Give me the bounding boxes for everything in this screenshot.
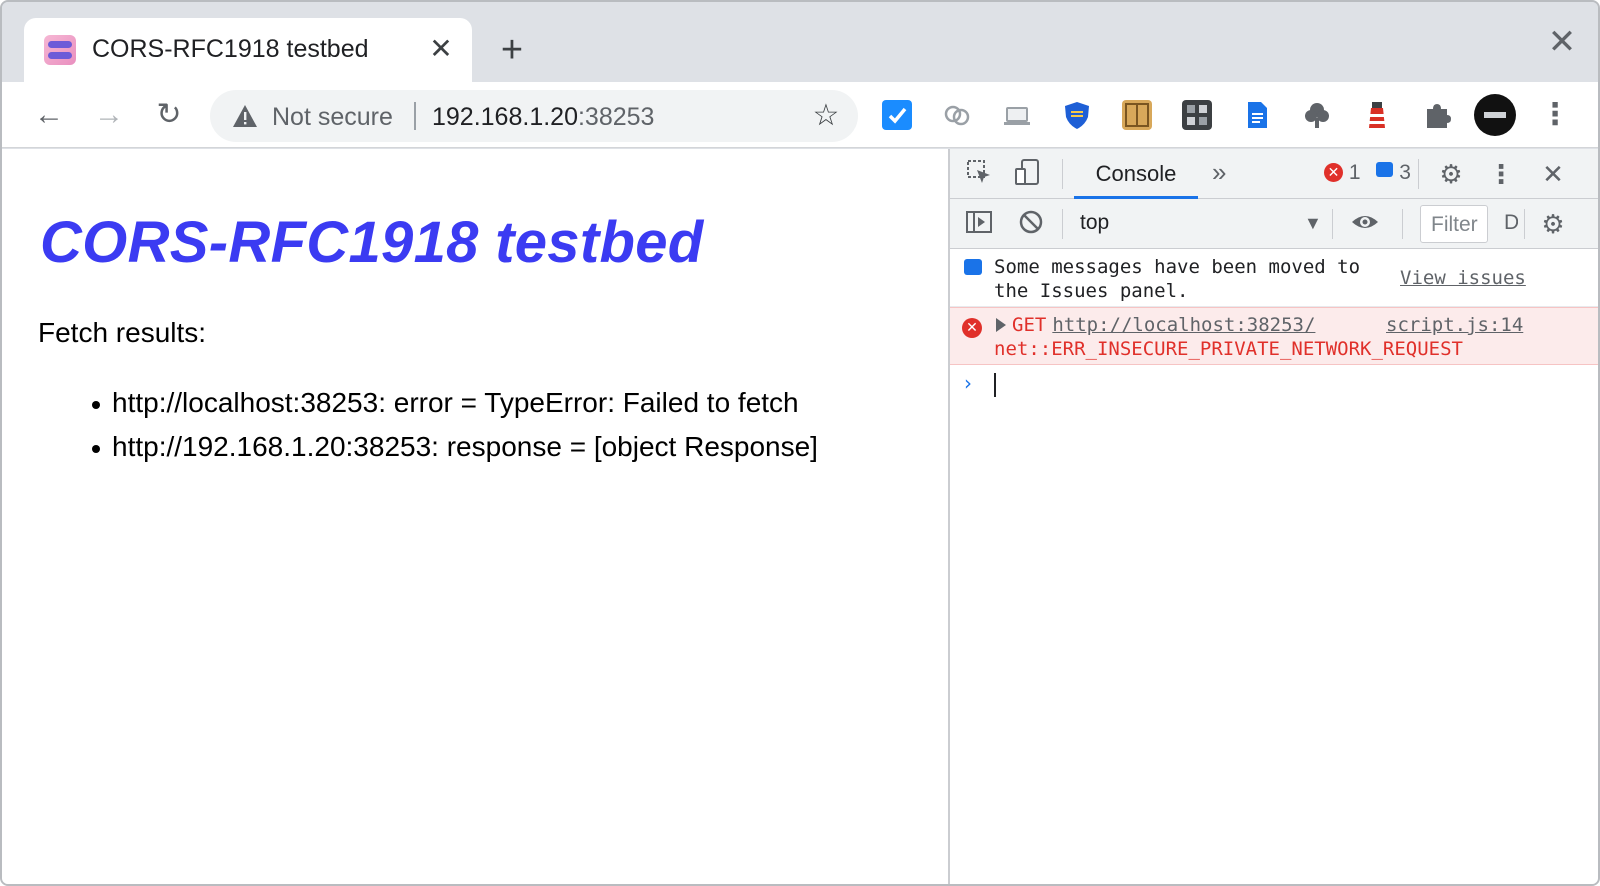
list-item: http://192.168.1.20:38253: response = [o… — [92, 431, 818, 475]
chevron-down-icon[interactable]: ▼ — [1304, 213, 1322, 234]
devtools-close-icon[interactable]: ✕ — [1536, 157, 1570, 191]
settings-gear-icon[interactable]: ⚙ — [1434, 157, 1468, 191]
log-levels-dropdown[interactable]: D — [1504, 211, 1518, 235]
error-source-link[interactable]: script.js:14 — [1386, 314, 1523, 336]
address-bar[interactable]: Not secure 192.168.1.20:38253 ☆ — [210, 90, 858, 142]
browser-window: CORS-RFC1918 testbed ✕ + ✕ ← → ↻ Not sec… — [0, 0, 1600, 886]
shield-icon[interactable] — [1062, 100, 1092, 130]
tab-strip: CORS-RFC1918 testbed ✕ + ✕ — [2, 2, 1598, 82]
todo-check-icon[interactable] — [882, 100, 912, 130]
error-circle-icon: ✕ — [962, 318, 982, 338]
fetch-results-list: http://localhost:38253: error = TypeErro… — [92, 387, 818, 475]
toolbar-divider — [1062, 209, 1063, 239]
sidebar-toggle-icon[interactable] — [962, 207, 996, 241]
document-icon[interactable] — [1242, 100, 1272, 130]
console-toolbar: top ▼ Filter D ⚙ — [950, 199, 1598, 249]
issues-counter[interactable]: ✕ 1 3 — [1324, 161, 1411, 185]
forward-button[interactable]: → — [88, 94, 130, 136]
back-button[interactable]: ← — [28, 94, 70, 136]
reload-button[interactable]: ↻ — [148, 94, 190, 136]
url-text[interactable]: 192.168.1.20:38253 — [432, 103, 654, 132]
warning-icon[interactable] — [232, 103, 258, 129]
issues-message-icon — [964, 259, 982, 275]
devtools-menu-icon[interactable]: ⋮ — [1484, 157, 1518, 191]
fetch-results-label: Fetch results: — [38, 317, 207, 348]
message-count: 3 — [1399, 161, 1411, 184]
circles-icon[interactable] — [942, 100, 972, 130]
page-title: CORS-RFC1918 testbed — [40, 210, 704, 275]
omnibox-divider — [414, 102, 416, 130]
new-tab-button[interactable]: + — [492, 30, 532, 70]
clear-console-icon[interactable] — [1014, 207, 1048, 241]
console-info-message: Some messages have been moved to the Iss… — [950, 249, 1598, 307]
error-detail-text: net::ERR_INSECURE_PRIVATE_NETWORK_REQUES… — [994, 338, 1463, 360]
toolbar-divider — [1418, 159, 1419, 189]
puzzle-icon[interactable] — [1422, 100, 1452, 130]
filter-placeholder: Filter — [1431, 213, 1478, 236]
browser-toolbar: ← → ↻ Not secure 192.168.1.20:38253 ☆ ⋮ — [2, 82, 1598, 148]
fish-favicon-icon — [44, 35, 76, 65]
folder-icon[interactable] — [1122, 100, 1152, 130]
toolbar-divider — [1402, 209, 1403, 239]
browser-menu-button[interactable]: ⋮ — [1540, 94, 1570, 136]
tab-title: CORS-RFC1918 testbed — [92, 35, 369, 63]
bookmark-star-icon[interactable]: ☆ — [808, 98, 844, 134]
view-issues-link[interactable]: View issues — [1400, 267, 1526, 289]
tree-icon[interactable] — [1302, 100, 1332, 130]
toolbar-divider — [1524, 209, 1525, 239]
console-error-message: ✕ GET http://localhost:38253/ script.js:1… — [950, 307, 1598, 365]
error-request-line: GET http://localhost:38253/ — [1012, 314, 1316, 336]
text-caret — [994, 373, 996, 397]
message-icon — [1376, 162, 1394, 177]
error-count: 1 — [1348, 161, 1361, 184]
info-message-text: Some messages have been moved to the Iss… — [994, 256, 1361, 302]
toolbar-divider — [1332, 209, 1333, 239]
prompt-chevron-icon: › — [964, 371, 972, 395]
toolbar-divider — [1062, 159, 1063, 189]
devtools-panel: Console » ✕ 1 3 ⚙ ⋮ ✕ top ▼ Filter D ⚙ S… — [948, 149, 1598, 884]
tab-console[interactable]: Console — [1074, 149, 1198, 199]
device-toolbar-icon[interactable] — [1010, 157, 1044, 191]
profile-avatar-icon[interactable] — [1474, 94, 1516, 136]
context-selector[interactable]: top — [1080, 211, 1109, 235]
live-expression-eye-icon[interactable] — [1348, 207, 1382, 241]
inspect-element-icon[interactable] — [962, 157, 996, 191]
tab-active[interactable]: CORS-RFC1918 testbed ✕ — [24, 18, 472, 82]
tab-close-icon[interactable]: ✕ — [424, 32, 458, 66]
filter-input[interactable]: Filter — [1420, 205, 1488, 243]
more-tabs-icon[interactable]: » — [1212, 157, 1226, 188]
error-icon: ✕ — [1324, 163, 1343, 182]
console-settings-gear-icon[interactable]: ⚙ — [1536, 207, 1570, 241]
grid-image-icon[interactable] — [1182, 100, 1212, 130]
error-url-link[interactable]: http://localhost:38253/ — [1052, 314, 1315, 336]
list-item: http://localhost:38253: error = TypeErro… — [92, 387, 818, 431]
page-content: CORS-RFC1918 testbed Fetch results: http… — [2, 149, 948, 884]
window-close-button[interactable]: ✕ — [1542, 22, 1582, 62]
laptop-icon[interactable] — [1002, 100, 1032, 130]
expand-triangle-icon[interactable] — [996, 318, 1006, 332]
lighthouse-icon[interactable] — [1362, 100, 1392, 130]
console-prompt[interactable]: › — [950, 367, 1598, 401]
security-label[interactable]: Not secure — [272, 103, 393, 132]
devtools-main-toolbar: Console » ✕ 1 3 ⚙ ⋮ ✕ — [950, 149, 1598, 199]
